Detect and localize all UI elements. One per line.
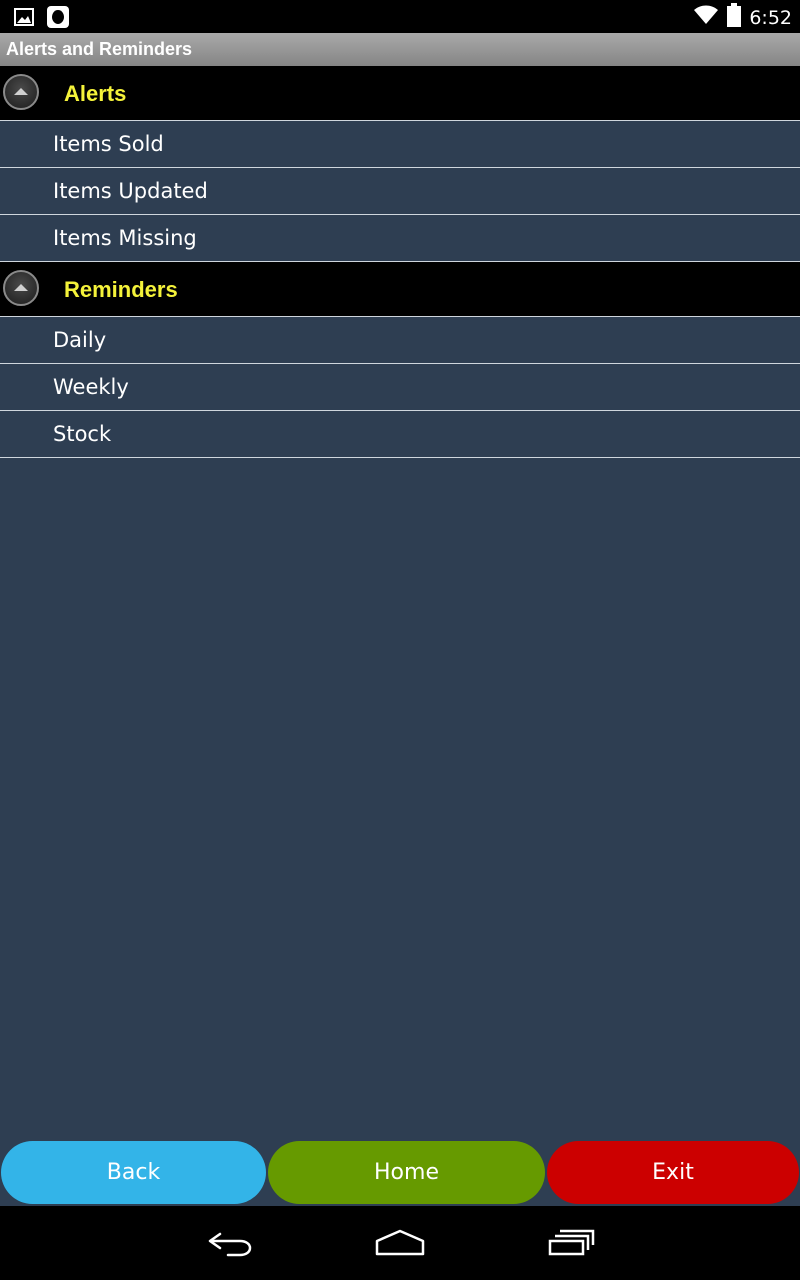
list-item-label: Daily [53, 328, 107, 352]
home-button[interactable]: Home [268, 1141, 545, 1204]
list-item-items-sold[interactable]: Items Sold [0, 121, 800, 168]
list-item-items-missing[interactable]: Items Missing [0, 215, 800, 262]
battery-icon [727, 3, 742, 32]
app-notification-icon [46, 5, 70, 34]
status-bar: 6:52 [0, 0, 800, 33]
back-nav-icon[interactable] [206, 1228, 254, 1263]
status-time: 6:52 [749, 6, 792, 29]
collapse-reminders-button[interactable] [3, 270, 39, 306]
list-item-label: Items Sold [53, 132, 164, 156]
status-right: 6:52 [693, 3, 792, 32]
navigation-bar [0, 1206, 800, 1280]
chevron-up-icon [14, 88, 28, 95]
list-item-items-updated[interactable]: Items Updated [0, 168, 800, 215]
gallery-icon [14, 8, 34, 31]
list-item-label: Stock [53, 422, 112, 446]
list-item-daily[interactable]: Daily [0, 317, 800, 364]
recents-nav-icon[interactable] [548, 1228, 596, 1263]
section-header-reminders[interactable]: Reminders [0, 262, 800, 317]
title-bar: Alerts and Reminders [0, 33, 800, 66]
list-item-stock[interactable]: Stock [0, 411, 800, 458]
collapse-alerts-button[interactable] [3, 74, 39, 110]
wifi-icon [693, 4, 719, 31]
list-item-label: Items Updated [53, 179, 208, 203]
section-label-alerts: Alerts [64, 81, 127, 106]
status-left [14, 5, 70, 34]
page-title: Alerts and Reminders [6, 39, 193, 59]
home-nav-icon[interactable] [374, 1228, 426, 1263]
exit-button[interactable]: Exit [547, 1141, 799, 1204]
screen: 6:52 Alerts and Reminders Alerts Items S… [0, 0, 800, 1280]
back-button[interactable]: Back [1, 1141, 266, 1204]
list-item-weekly[interactable]: Weekly [0, 364, 800, 411]
chevron-up-icon [14, 284, 28, 291]
section-label-reminders: Reminders [64, 277, 178, 302]
list-item-label: Items Missing [53, 226, 197, 250]
list-item-label: Weekly [53, 375, 129, 399]
section-header-alerts[interactable]: Alerts [0, 66, 800, 121]
